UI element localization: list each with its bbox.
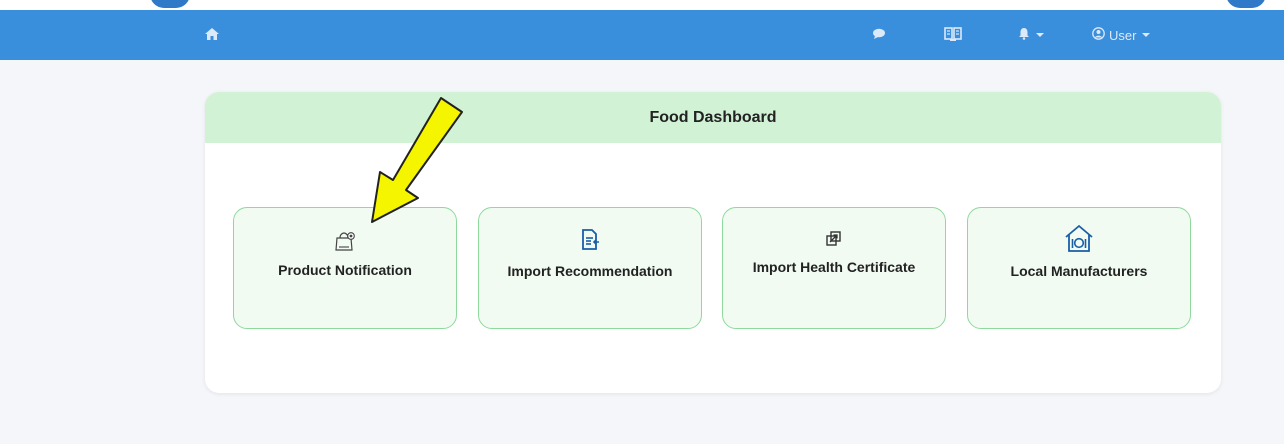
user-circle-icon	[1092, 27, 1105, 43]
top-strip	[0, 0, 1284, 10]
logo-swoosh-right	[1226, 0, 1266, 8]
chevron-down-icon	[1142, 33, 1151, 37]
messages-button[interactable]	[872, 10, 886, 60]
notifications-dropdown[interactable]	[1018, 10, 1044, 60]
dashboard-card: Food Dashboard Product Notification Impo	[205, 92, 1221, 393]
dashboard-header: Food Dashboard	[205, 92, 1221, 143]
chevron-down-icon	[1036, 33, 1044, 37]
shopping-bag-icon	[234, 230, 456, 252]
import-recommendation-tile[interactable]: Import Recommendation	[478, 207, 702, 329]
page-title: Food Dashboard	[649, 108, 777, 126]
chat-bubble-icon	[872, 28, 886, 43]
guide-button[interactable]	[944, 10, 962, 60]
local-manufacturers-tile[interactable]: Local Manufacturers	[967, 207, 1191, 329]
tile-label: Local Manufacturers	[1010, 263, 1148, 279]
tile-label: Import Health Certificate	[752, 259, 916, 275]
tile-label: Import Recommendation	[507, 263, 673, 279]
certificate-link-icon	[723, 230, 945, 248]
tile-label: Product Notification	[278, 262, 412, 278]
import-health-certificate-tile[interactable]: Import Health Certificate	[722, 207, 946, 329]
top-navbar: User	[0, 10, 1284, 60]
restaurant-house-icon	[968, 224, 1190, 254]
product-notification-tile[interactable]: Product Notification	[233, 207, 457, 329]
book-icon	[944, 26, 962, 45]
home-link[interactable]	[204, 10, 220, 60]
document-import-icon	[479, 228, 701, 252]
home-icon	[204, 27, 220, 44]
logo-swoosh-left	[150, 0, 190, 8]
user-menu[interactable]: User	[1092, 10, 1151, 60]
bell-icon	[1018, 27, 1030, 43]
user-label: User	[1109, 27, 1137, 43]
